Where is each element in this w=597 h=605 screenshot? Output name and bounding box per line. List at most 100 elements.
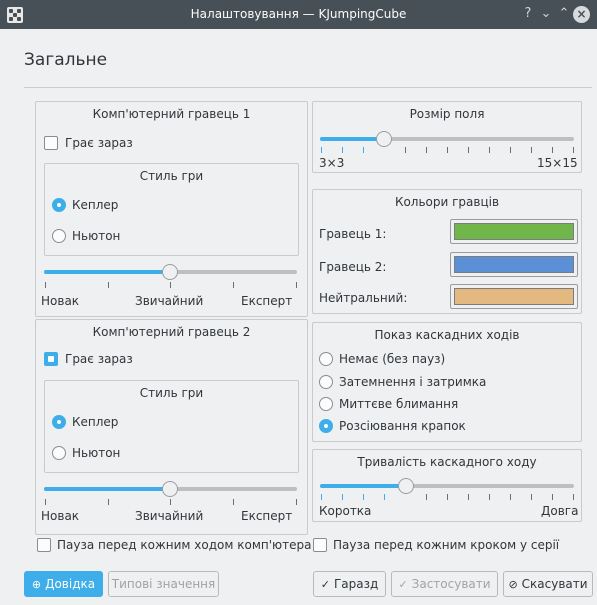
cascade-dim-label: Затемнення і затримка [339, 375, 487, 389]
pause-before-computer-move-label: Пауза перед кожним ходом комп'ютера [57, 538, 312, 552]
tick [531, 147, 532, 153]
tick [321, 147, 322, 153]
page-title: Загальне [24, 50, 108, 70]
player-2-skill-mid-label: Звичайний [135, 509, 204, 523]
tick [170, 282, 171, 288]
check-icon: ✓ [398, 578, 408, 591]
neutral-color-button[interactable] [450, 284, 578, 309]
board-size-max-label: 15×15 [537, 156, 578, 170]
cascade-dots-radio[interactable] [319, 419, 333, 433]
minimize-icon[interactable]: ⌄ [537, 5, 555, 23]
cascade-dim-radio[interactable] [319, 375, 333, 389]
computer-player-2-title: Комп'ютерний гравець 2 [92, 325, 251, 339]
tick [426, 494, 427, 500]
cascade-duration-group: Тривалість каскадного ходу Коротка Довга [312, 449, 582, 522]
player-1-style-title: Стиль гри [139, 169, 204, 183]
player-1-skill-handle[interactable] [162, 264, 178, 280]
close-icon[interactable]: × [573, 6, 590, 23]
player-2-skill-handle[interactable] [162, 481, 178, 497]
board-size-handle[interactable] [376, 131, 392, 147]
tick [363, 494, 364, 500]
player-2-kepler-radio[interactable] [52, 415, 66, 429]
tick [447, 147, 448, 153]
pause-before-computer-move-checkbox[interactable] [37, 538, 51, 552]
cascade-duration-min-label: Коротка [319, 504, 372, 518]
player-2-skill-max-label: Експерт [241, 509, 293, 523]
cascade-none-label: Немає (без пауз) [339, 352, 446, 366]
board-size-group: Розмір поля 3×3 15×15 [312, 101, 582, 173]
player-2-newton-label: Ньютон [72, 446, 121, 460]
tick [468, 147, 469, 153]
window-title: Налаштовування — KJumpingCube [190, 7, 407, 21]
cascade-dots-label: Розсіювання крапок [339, 419, 466, 433]
player-1-color-label: Гравець 1: [319, 227, 387, 241]
player-1-newton-label: Ньютон [72, 229, 121, 243]
window-titlebar[interactable]: Налаштовування — KJumpingCube ? ⌄ ⌃ × [0, 0, 597, 29]
tick [342, 147, 343, 153]
player-2-style-title: Стиль гри [139, 386, 204, 400]
ok-button[interactable]: ✓ Гаразд [313, 571, 386, 597]
computer-player-1-group: Комп'ютерний гравець 1 Грає зараз Стиль … [35, 101, 308, 317]
tick [296, 282, 297, 288]
maximize-icon[interactable]: ⌃ [555, 5, 573, 23]
tick [426, 147, 427, 153]
tick [233, 282, 234, 288]
help-button-label: Довідка [45, 577, 96, 591]
tick [296, 499, 297, 505]
cascade-display-group: Показ каскадних ходів Немає (без пауз) З… [312, 322, 582, 442]
board-size-slider[interactable] [320, 137, 574, 141]
player-2-skill-min-label: Новак [41, 509, 80, 523]
player-2-newton-radio[interactable] [52, 446, 66, 460]
apply-button[interactable]: ✓ Застосувати [391, 571, 498, 597]
player-1-style-group: Стиль гри Кеплер Ньютон [44, 163, 299, 256]
cancel-button[interactable]: ⊘ Скасувати [503, 571, 593, 597]
pause-before-each-step-checkbox[interactable] [313, 538, 327, 552]
player-1-skill-fill [44, 270, 170, 274]
tick [363, 147, 364, 153]
help-button-icon: ⊕ [31, 578, 42, 591]
player-1-color-swatch [454, 223, 574, 240]
tick [108, 499, 109, 505]
defaults-button-label: Типові значення [111, 577, 216, 591]
cascade-duration-slider[interactable] [320, 484, 574, 488]
cascade-duration-fill [320, 484, 406, 488]
cancel-button-label: Скасувати [521, 577, 588, 591]
player-colors-group: Кольори гравців Гравець 1: Гравець 2: Не… [312, 189, 582, 314]
settings-content: Комп'ютерний гравець 1 Грає зараз Стиль … [24, 87, 592, 535]
player-1-skill-min-label: Новак [41, 294, 80, 308]
player-2-kepler-label: Кеплер [72, 415, 119, 429]
player-2-color-label: Гравець 2: [319, 260, 387, 274]
help-icon[interactable]: ? [519, 5, 537, 23]
player-2-color-swatch [454, 256, 574, 273]
tick [447, 494, 448, 500]
tick [45, 499, 46, 505]
tick [531, 494, 532, 500]
player-1-kepler-radio[interactable] [52, 198, 66, 212]
defaults-button[interactable]: Типові значення [108, 571, 219, 597]
check-icon: ✓ [320, 578, 330, 591]
player-1-plays-now-checkbox[interactable] [44, 136, 58, 150]
tick [405, 147, 406, 153]
cascade-duration-max-label: Довга [541, 504, 579, 518]
tick [552, 494, 553, 500]
player-2-plays-now-label: Грає зараз [65, 352, 133, 366]
board-size-min-label: 3×3 [319, 156, 345, 170]
player-1-skill-mid-label: Звичайний [135, 294, 204, 308]
player-1-color-button[interactable] [450, 219, 578, 244]
player-1-newton-radio[interactable] [52, 229, 66, 243]
cascade-none-radio[interactable] [319, 352, 333, 366]
player-1-kepler-label: Кеплер [72, 198, 119, 212]
cascade-duration-handle[interactable] [398, 478, 414, 494]
tick [321, 494, 322, 500]
computer-player-2-group: Комп'ютерний гравець 2 Грає зараз Стиль … [35, 319, 308, 535]
player-colors-title: Кольори гравців [394, 195, 500, 209]
tick [552, 147, 553, 153]
board-size-fill [320, 137, 384, 141]
cascade-flash-radio[interactable] [319, 397, 333, 411]
player-2-color-button[interactable] [450, 252, 578, 277]
player-2-plays-now-checkbox[interactable] [44, 352, 58, 366]
help-button[interactable]: ⊕ Довідка [24, 571, 103, 597]
tick [489, 494, 490, 500]
cascade-duration-title: Тривалість каскадного ходу [357, 455, 537, 469]
tick [108, 282, 109, 288]
